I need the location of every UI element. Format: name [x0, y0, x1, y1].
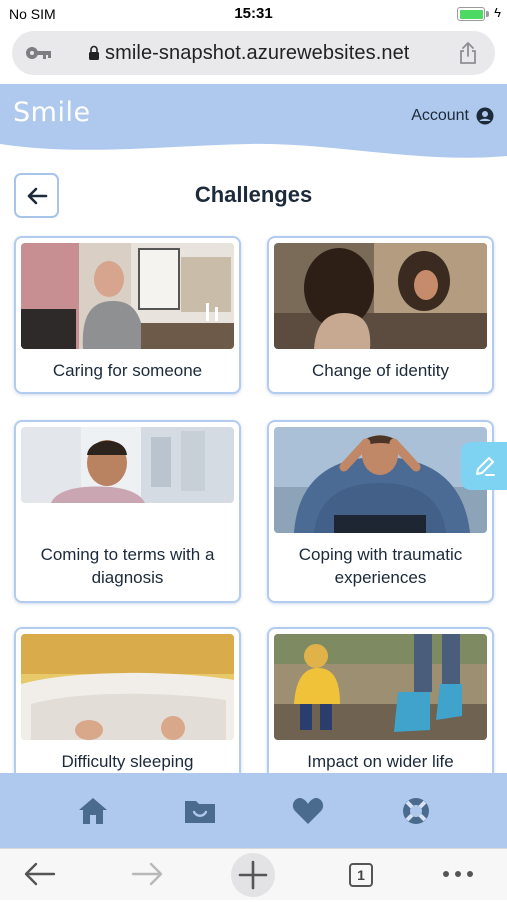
- child-wellies-photo: [274, 634, 487, 740]
- tabs-button[interactable]: 1: [343, 857, 379, 891]
- more-icon[interactable]: [440, 857, 476, 891]
- card-label: Difficulty sleeping: [61, 752, 194, 771]
- card-label: Caring for someone: [52, 361, 203, 380]
- card-label: Impact on wider life: [307, 752, 454, 771]
- bottom-nav: [0, 773, 507, 848]
- browser-forward-icon[interactable]: [129, 857, 165, 891]
- home-icon[interactable]: [76, 795, 110, 827]
- tab-count: 1: [349, 863, 373, 887]
- challenge-card-caring[interactable]: Caring for someone: [14, 236, 241, 394]
- browser-toolbar: 1: [0, 848, 507, 900]
- card-label: Coming to terms with a diagnosis: [40, 545, 215, 587]
- challenge-card-identity[interactable]: Change of identity: [267, 236, 494, 394]
- challenge-card-diagnosis[interactable]: Coming to terms with a diagnosis: [14, 420, 241, 603]
- challenge-card-wider-life[interactable]: Impact on wider life: [267, 627, 494, 787]
- folder-smile-icon[interactable]: [183, 795, 217, 827]
- caregiver-photo: [21, 243, 234, 349]
- challenge-card-trauma[interactable]: Coping with traumatic experiences: [267, 420, 494, 603]
- card-label: Coping with traumatic experiences: [298, 545, 463, 587]
- plus-icon: [238, 860, 268, 890]
- challenge-card-sleeping[interactable]: Difficulty sleeping: [14, 627, 241, 787]
- bed-feet-photo: [21, 634, 234, 740]
- distressed-man-photo: [274, 427, 487, 533]
- card-label: Change of identity: [311, 361, 450, 380]
- edit-tab[interactable]: [461, 442, 507, 490]
- lifebuoy-icon[interactable]: [399, 795, 433, 827]
- challenge-grid: Caring for someone Change of identity Co…: [0, 0, 507, 900]
- new-tab-button[interactable]: [231, 853, 275, 897]
- patient-photo: [21, 427, 234, 503]
- mirror-reflection-photo: [274, 243, 487, 349]
- heart-icon[interactable]: [291, 795, 325, 827]
- pencil-icon: [476, 457, 495, 476]
- browser-back-icon[interactable]: [22, 857, 58, 891]
